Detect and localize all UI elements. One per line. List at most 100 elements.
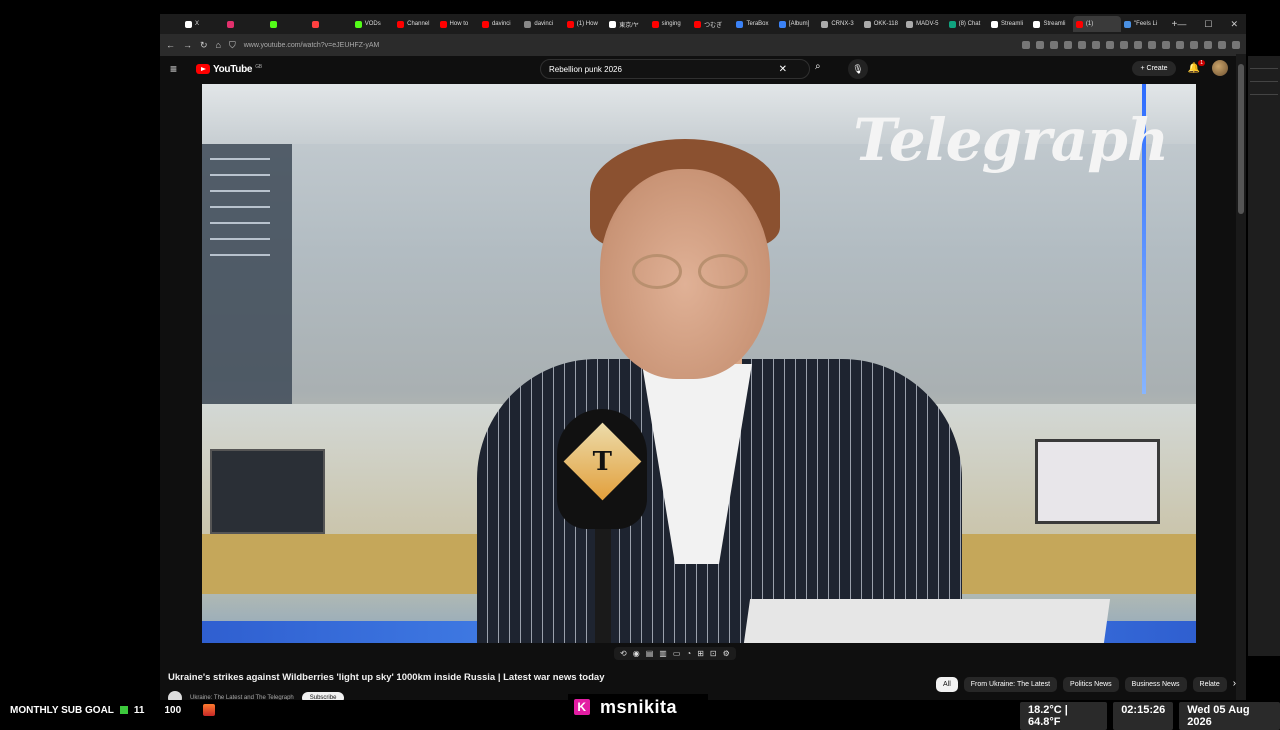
- browser-tab[interactable]: Streamli: [988, 16, 1030, 32]
- tab-favicon-icon: [906, 20, 914, 28]
- browser-tab[interactable]: 東京/ヤ: [606, 16, 648, 32]
- browser-tab[interactable]: [224, 16, 266, 32]
- goal-icon: [119, 706, 128, 714]
- extension-icon[interactable]: [1162, 41, 1170, 49]
- filter-chip[interactable]: Business News: [1124, 677, 1187, 692]
- extension-icon[interactable]: [1022, 41, 1030, 49]
- audio-icon[interactable]: ◉: [633, 649, 640, 658]
- download-icon[interactable]: [1078, 41, 1086, 49]
- tab-label: OKK-118: [873, 21, 898, 27]
- browser-tab[interactable]: つむぎ: [691, 16, 733, 32]
- extension-icon[interactable]: [1204, 41, 1212, 49]
- browser-tab[interactable]: TeraBox: [733, 16, 775, 32]
- screenshot-icon[interactable]: ⊡: [710, 649, 717, 658]
- browser-menu-icon[interactable]: [1232, 41, 1240, 49]
- minimize-icon[interactable]: —: [1177, 19, 1186, 30]
- extension-icon[interactable]: [1134, 41, 1142, 49]
- video-scene-monitor: [210, 449, 325, 534]
- browser-tab[interactable]: X: [182, 16, 224, 32]
- extension-icon[interactable]: [1120, 41, 1128, 49]
- extension-icon[interactable]: [1190, 41, 1198, 49]
- browser-tab[interactable]: davinci: [479, 16, 521, 32]
- extensions-toolbar: [1022, 41, 1240, 49]
- back-icon[interactable]: ←: [166, 40, 175, 50]
- extension-icon[interactable]: [1092, 41, 1100, 49]
- create-button[interactable]: + Create: [1132, 60, 1176, 76]
- country-code: GB: [255, 63, 262, 70]
- browser-tab[interactable]: [Album]: [776, 16, 818, 32]
- browser-tab[interactable]: MADV-5: [903, 16, 945, 32]
- video-player[interactable]: Telegraph T: [202, 84, 1196, 643]
- add-icon[interactable]: ⊞: [697, 649, 704, 658]
- browser-tab[interactable]: [267, 16, 309, 32]
- search-icon[interactable]: ⌕: [815, 61, 821, 72]
- tab-favicon-icon: [609, 20, 617, 28]
- maximize-icon[interactable]: ☐: [1204, 19, 1212, 30]
- close-window-icon[interactable]: ✕: [1230, 19, 1238, 30]
- filter-chip[interactable]: From Ukraine: The Latest: [963, 677, 1058, 692]
- scrollbar-thumb[interactable]: [1238, 64, 1244, 214]
- youtube-logo[interactable]: YouTube GB: [196, 64, 262, 75]
- page-scrollbar[interactable]: [1236, 54, 1246, 704]
- search-box[interactable]: Rebellion punk 2026 ✕: [540, 59, 810, 79]
- shield-icon[interactable]: ⛉: [229, 40, 236, 51]
- tab-label: How to: [449, 21, 469, 27]
- goal-label: MONTHLY SUB GOAL: [10, 704, 114, 716]
- tab-favicon-icon: [736, 20, 744, 28]
- tab-label: Streamli: [1043, 21, 1066, 27]
- extension-icon[interactable]: [1176, 41, 1184, 49]
- browser-tab[interactable]: singing: [649, 16, 691, 32]
- extension-icon[interactable]: [1036, 41, 1044, 49]
- forward-icon[interactable]: →: [183, 40, 192, 50]
- related-chips: All From Ukraine: The Latest Politics News…: [936, 677, 1236, 692]
- hamburger-menu-icon[interactable]: ≡: [170, 62, 186, 76]
- filter-chip[interactable]: All: [936, 677, 958, 692]
- browser-tab[interactable]: CRNX-3: [818, 16, 860, 32]
- avatar[interactable]: [1212, 60, 1228, 76]
- home-icon[interactable]: ⌂: [216, 40, 221, 50]
- window-controls: — ☐ ✕: [1177, 19, 1246, 30]
- browser-window: X VODs Channel How to davinci davinci (1) How 東…: [160, 14, 1246, 706]
- browser-tab[interactable]: Channel: [394, 16, 436, 32]
- browser-tab[interactable]: davinci: [521, 16, 563, 32]
- extension-icon[interactable]: [1050, 41, 1058, 49]
- kick-logo-icon: K: [574, 699, 590, 715]
- browser-tab[interactable]: (8) Chat: [946, 16, 988, 32]
- browser-tab[interactable]: OKK-118: [861, 16, 903, 32]
- speed-icon[interactable]: ◔: [686, 649, 691, 658]
- settings-gear-icon[interactable]: ⚙: [723, 649, 730, 658]
- search-input[interactable]: Rebellion punk 2026: [549, 65, 779, 74]
- browser-tab[interactable]: [309, 16, 351, 32]
- extension-icon[interactable]: [1106, 41, 1114, 49]
- filter-chip[interactable]: Relate: [1192, 677, 1227, 692]
- microphone-icon[interactable]: 🎙: [848, 59, 868, 79]
- url-input[interactable]: www.youtube.com/watch?v=eJEUHFZ-yAM: [244, 42, 1014, 49]
- loop-icon[interactable]: ⟲: [620, 649, 627, 658]
- browser-tab[interactable]: (1): [1072, 16, 1122, 32]
- tab-label: singing: [661, 21, 681, 27]
- browser-tab[interactable]: (1) How: [564, 16, 606, 32]
- video-scene-screen: [202, 144, 292, 404]
- miniplayer-icon[interactable]: ▭: [673, 649, 681, 658]
- tab-favicon-icon: [269, 20, 277, 28]
- extension-icon[interactable]: [1148, 41, 1156, 49]
- bookmark-star-icon[interactable]: [1064, 41, 1072, 49]
- tab-favicon-icon: [991, 20, 999, 28]
- header-actions: + Create 🔔 1: [1132, 59, 1228, 76]
- tab-favicon-icon: [821, 20, 829, 28]
- subtitles-icon[interactable]: ▤: [646, 649, 654, 658]
- reload-icon[interactable]: ↻: [200, 40, 208, 51]
- browser-tab[interactable]: VODs: [352, 16, 394, 32]
- browser-tab[interactable]: "Feels Li: [1121, 16, 1163, 32]
- tab-favicon-icon: [439, 20, 447, 28]
- video-title: Ukraine's strikes against Wildberries 'l…: [168, 672, 605, 683]
- extension-icon[interactable]: [1218, 41, 1226, 49]
- filter-chip[interactable]: Politics News: [1063, 677, 1119, 692]
- browser-tab[interactable]: Streamli: [1030, 16, 1072, 32]
- clear-search-icon[interactable]: ✕: [779, 64, 787, 75]
- tab-favicon-icon: [863, 20, 871, 28]
- tab-label: "Feels Li: [1134, 21, 1158, 27]
- browser-tab[interactable]: How to: [437, 16, 479, 32]
- chapters-icon[interactable]: ▥: [659, 649, 667, 658]
- notifications-bell-icon[interactable]: 🔔 1: [1188, 59, 1205, 74]
